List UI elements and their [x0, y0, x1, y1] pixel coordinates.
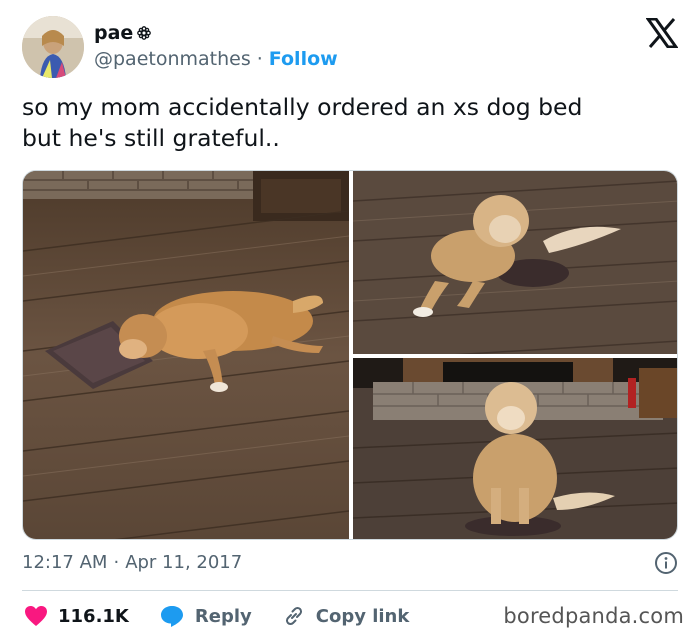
x-logo-icon[interactable] [646, 18, 678, 48]
avatar-image [22, 16, 84, 78]
dog-on-small-bed-photo [23, 171, 349, 539]
copy-link-button[interactable]: Copy link [282, 604, 410, 628]
photo-3[interactable] [353, 358, 677, 539]
follow-button[interactable]: Follow [269, 48, 338, 70]
photo-2[interactable] [353, 171, 677, 354]
photo-1[interactable] [23, 171, 349, 539]
dog-lying-on-bed-photo [353, 171, 677, 354]
action-bar: 116.1K Reply Copy link [24, 602, 439, 630]
author-handle[interactable]: @paetonmathes [94, 48, 251, 70]
link-icon [285, 606, 302, 626]
dog-sitting-on-bed-photo [353, 358, 677, 539]
media-grid [22, 170, 678, 540]
tweet-text: so my mom accidentally ordered an xs dog… [22, 93, 583, 152]
author-display-name[interactable]: pae [94, 22, 133, 44]
reply-button[interactable]: Reply [159, 604, 252, 628]
like-button[interactable]: 116.1K [24, 605, 129, 627]
tweet-date[interactable]: Apr 11, 2017 [125, 552, 242, 573]
author-avatar[interactable] [22, 16, 84, 78]
handle-separator: · [256, 48, 263, 70]
divider [22, 590, 678, 591]
reply-bubble-icon [160, 606, 183, 627]
copy-link-label: Copy link [315, 605, 410, 627]
tweet-time[interactable]: 12:17 AM [22, 552, 107, 573]
info-icon[interactable] [654, 551, 678, 575]
like-count: 116.1K [58, 605, 129, 627]
flower-badge-icon [137, 26, 152, 40]
watermark: boredpanda.com [503, 604, 684, 628]
heart-icon [25, 606, 47, 626]
timestamp-separator: · [113, 552, 120, 573]
reply-label: Reply [194, 605, 252, 627]
